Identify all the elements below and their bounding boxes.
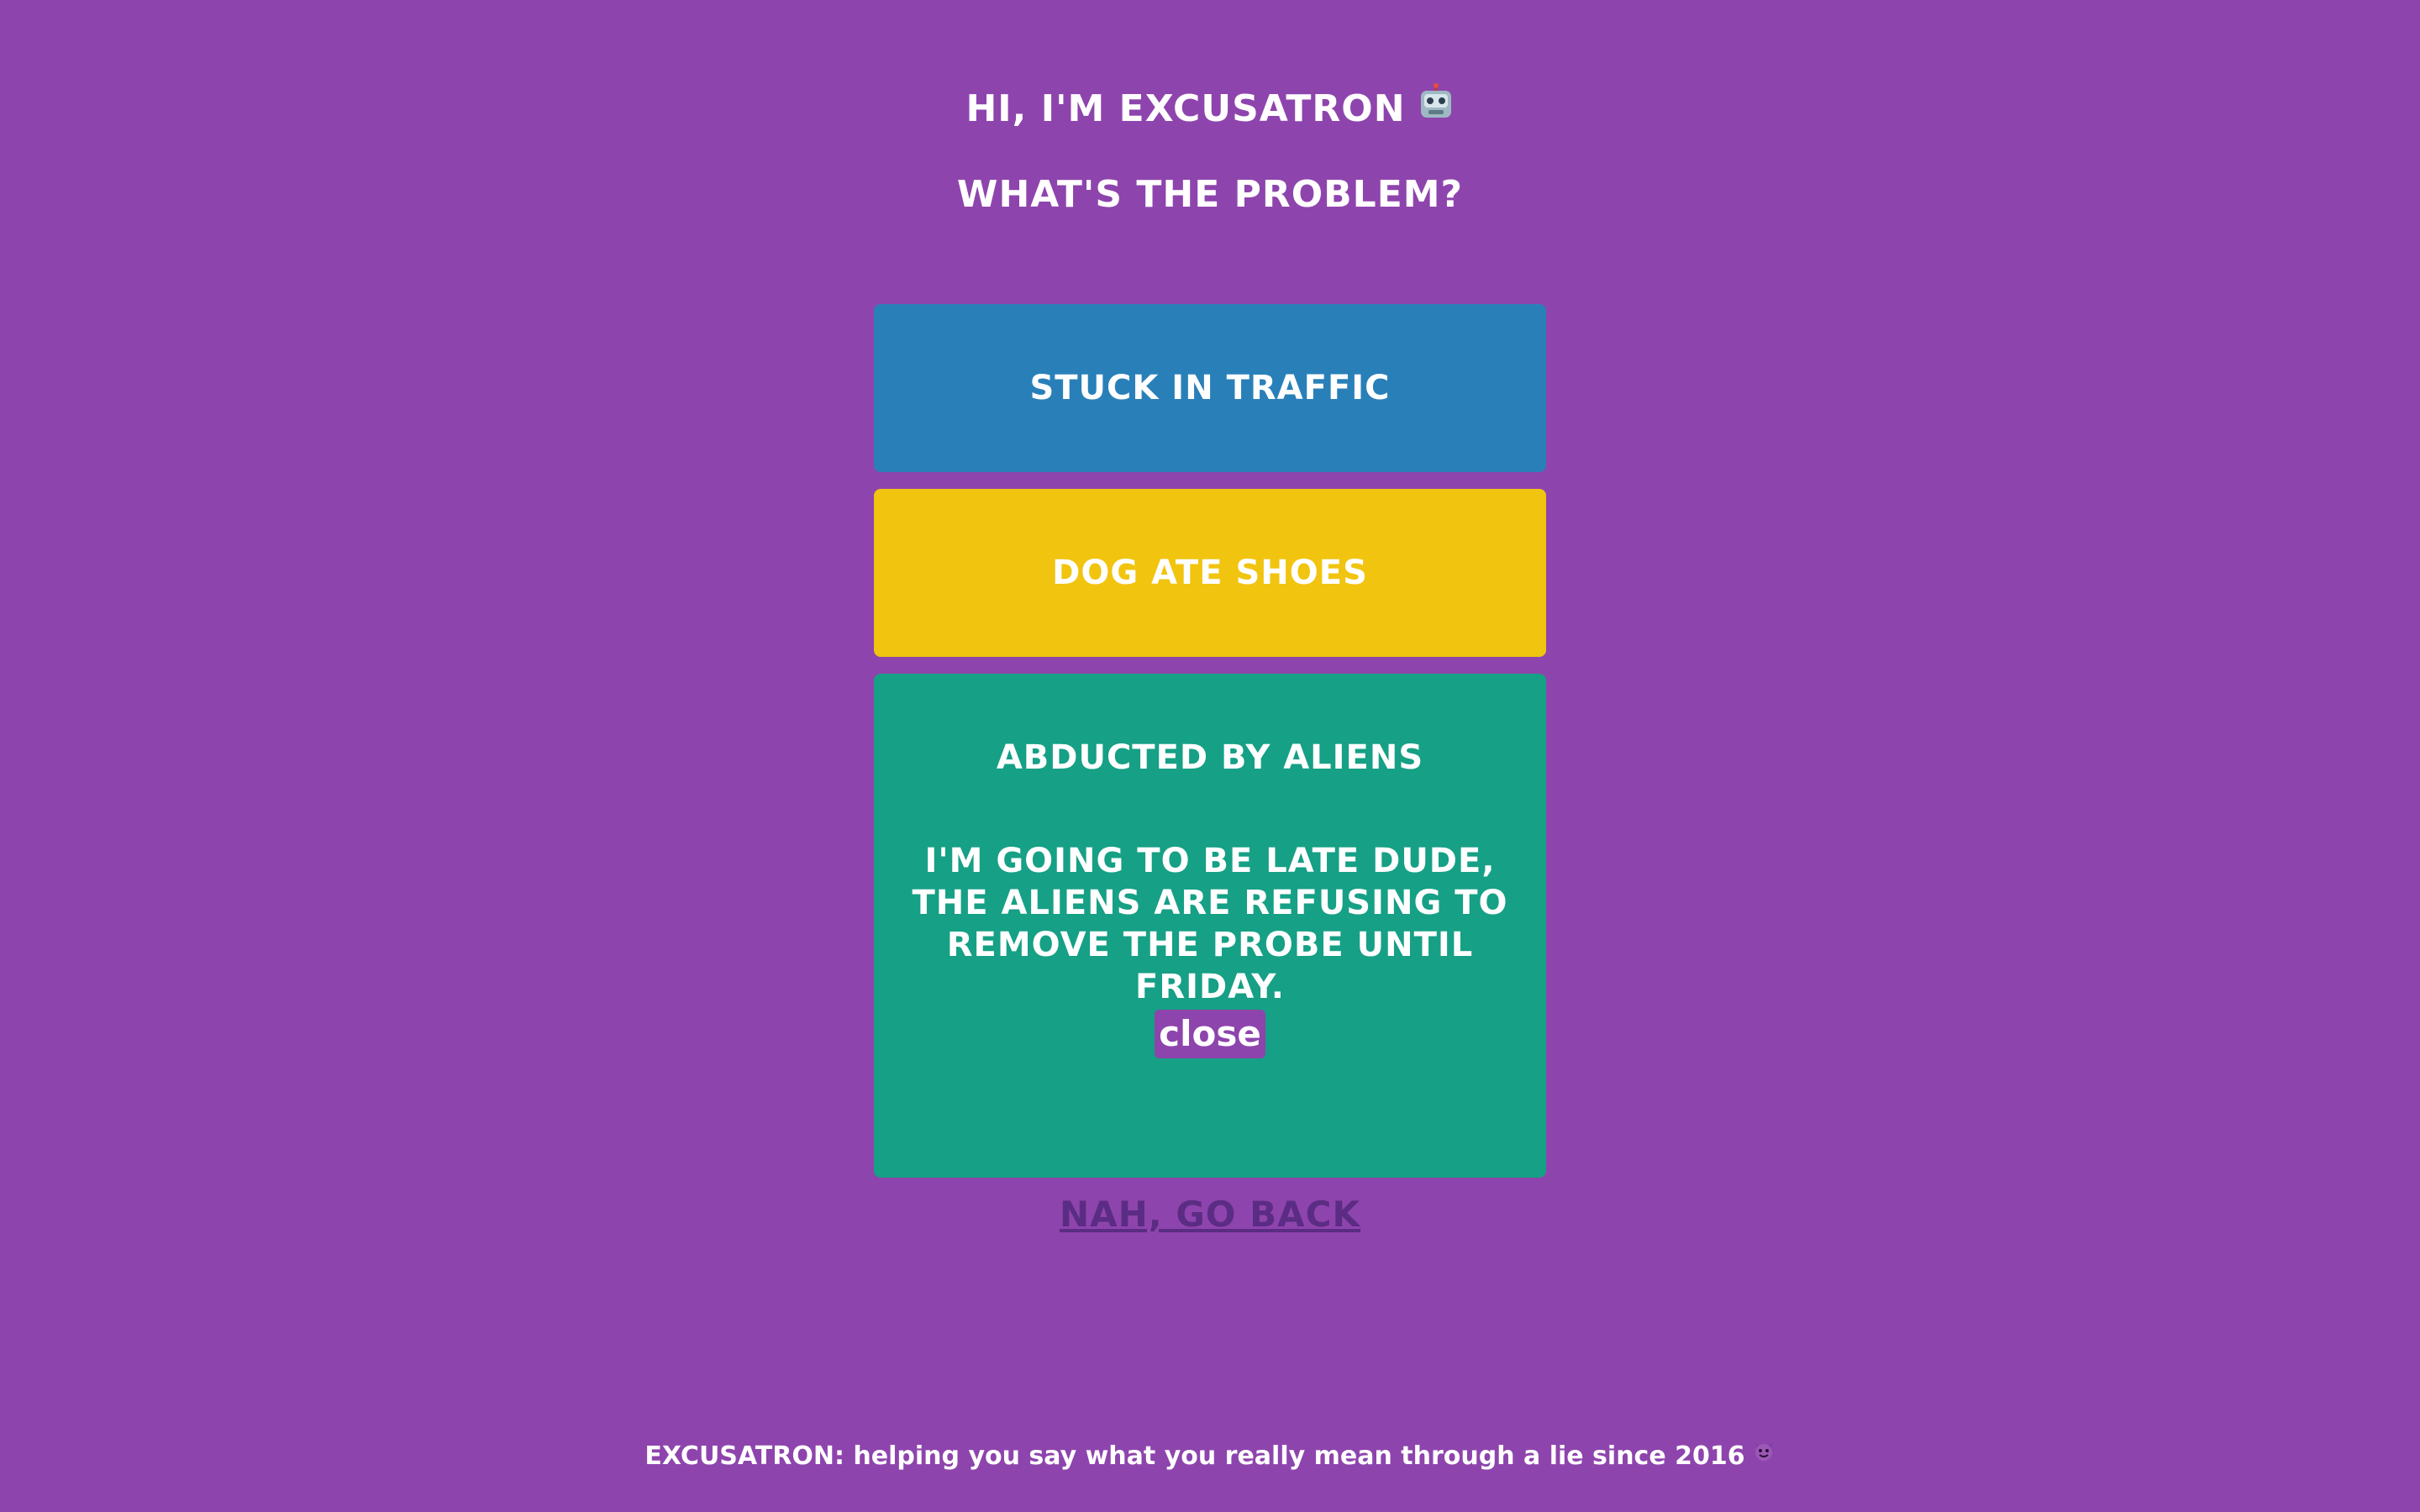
- option-abducted-by-aliens: ABDUCTED BY ALIENS I'M GOING TO BE LATE …: [874, 674, 1546, 1178]
- robot-icon: [1418, 83, 1455, 132]
- excuse-text: I'M GOING TO BE LATE DUDE, THE ALIENS AR…: [912, 842, 1508, 1006]
- devil-icon: [1752, 1436, 1776, 1473]
- greeting-text: HI, I'M EXCUSATRON: [965, 87, 1406, 130]
- close-button[interactable]: close: [1155, 1010, 1265, 1058]
- greeting-heading: HI, I'M EXCUSATRON: [0, 83, 2420, 133]
- problem-question: WHAT'S THE PROBLEM?: [956, 173, 1464, 216]
- option-label: STUCK IN TRAFFIC: [1029, 369, 1391, 407]
- footer-tagline: helping you say what you really mean thr…: [844, 1441, 1745, 1471]
- back-link-container: NAH, GO BACK: [0, 1191, 2420, 1238]
- option-stuck-in-traffic[interactable]: STUCK IN TRAFFIC: [874, 304, 1546, 472]
- footer: EXCUSATRON: helping you say what you rea…: [0, 1438, 2420, 1475]
- option-label: ABDUCTED BY ALIENS: [996, 738, 1424, 777]
- option-label: DOG ATE SHOES: [1052, 554, 1368, 592]
- go-back-link[interactable]: NAH, GO BACK: [1060, 1194, 1360, 1235]
- option-dog-ate-shoes[interactable]: DOG ATE SHOES: [874, 489, 1546, 657]
- page: HI, I'M EXCUSATRON WHAT'S THE PROBLEM? S…: [0, 0, 2420, 1512]
- footer-brand: EXCUSATRON:: [644, 1441, 844, 1471]
